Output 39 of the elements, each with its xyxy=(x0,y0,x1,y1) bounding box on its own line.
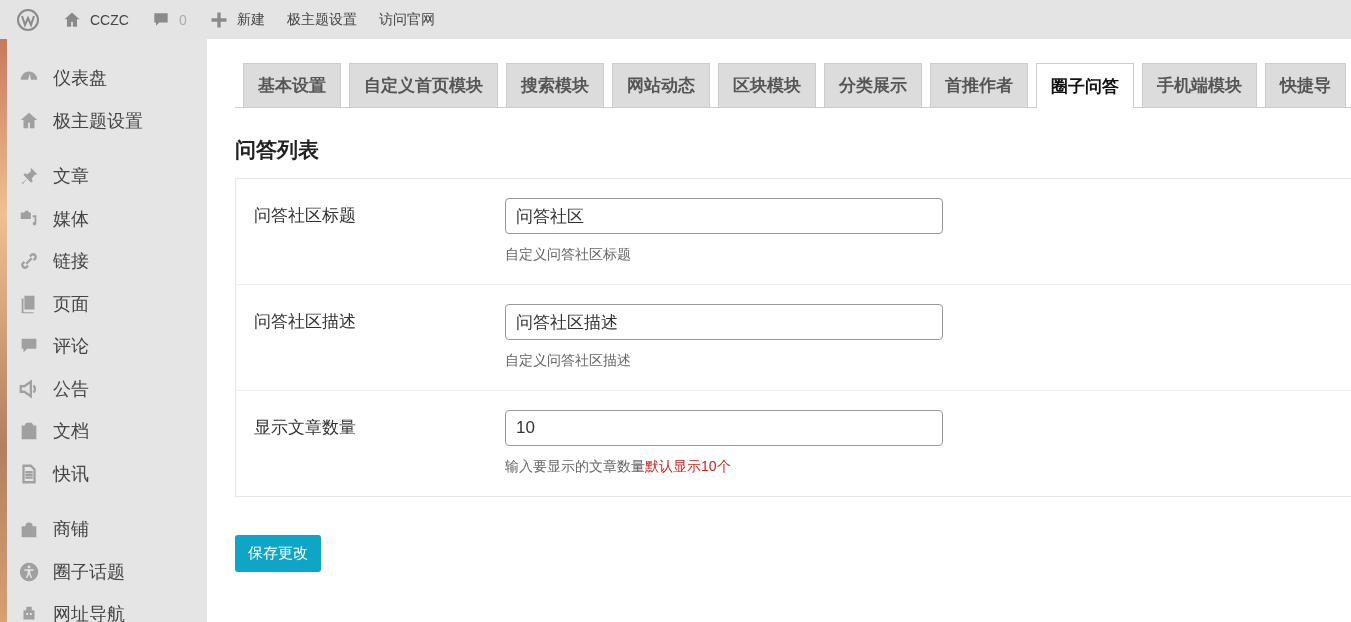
admin-bar-link[interactable]: 极主题设置 xyxy=(286,10,357,29)
sidebar-item[interactable]: 商铺 xyxy=(53,517,89,542)
accessibility-icon[interactable] xyxy=(18,560,40,583)
tab[interactable]: 搜索模块 xyxy=(506,63,604,107)
tab[interactable]: 基本设置 xyxy=(243,63,341,107)
tab[interactable]: 圈子问答 xyxy=(1036,63,1134,108)
sidebar-item[interactable]: 媒体 xyxy=(53,206,89,231)
input-field[interactable]: 10 xyxy=(505,410,943,446)
sidebar-item[interactable]: 页面 xyxy=(53,291,89,316)
sidebar-item[interactable]: 极主题设置 xyxy=(53,108,143,133)
sidebar-item[interactable]: 文档 xyxy=(53,419,89,444)
wordpress-logo-icon[interactable] xyxy=(16,7,40,32)
tab[interactable]: 网站动态 xyxy=(612,63,710,107)
sidebar-item[interactable]: 仪表盘 xyxy=(53,66,107,91)
field-hint: 自定义问答社区标题 xyxy=(505,246,631,264)
site-name-link[interactable]: CCZC xyxy=(90,11,129,28)
field-label: 显示文章数量 xyxy=(253,417,357,439)
field-label: 问答社区描述 xyxy=(253,311,357,333)
sidebar-item[interactable]: 文章 xyxy=(53,164,89,189)
sidebar-item[interactable]: 公告 xyxy=(53,376,89,401)
section-title: 问答列表 xyxy=(235,137,320,163)
new-link[interactable]: 新建 xyxy=(236,10,265,29)
comment-count: 0 xyxy=(178,11,187,28)
sidebar-item[interactable]: 评论 xyxy=(53,334,89,359)
field-hint: 自定义问答社区描述 xyxy=(505,352,631,370)
tab[interactable]: 快捷导 xyxy=(1265,63,1346,107)
sidebar-item[interactable]: 链接 xyxy=(53,249,89,274)
input-field[interactable]: 问答社区 xyxy=(505,198,943,234)
field-hint: 输入要显示的文章数量默认显示10个 xyxy=(505,458,731,476)
tab[interactable]: 区块模块 xyxy=(718,63,816,107)
admin-bar-link[interactable]: 访问官网 xyxy=(378,10,435,29)
tab[interactable]: 手机端模块 xyxy=(1142,63,1257,107)
tab[interactable]: 自定义首页模块 xyxy=(349,63,498,107)
input-field[interactable]: 问答社区描述 xyxy=(505,304,943,340)
field-label: 问答社区标题 xyxy=(253,205,357,227)
sidebar-item[interactable]: 圈子话题 xyxy=(53,559,125,584)
tab[interactable]: 分类展示 xyxy=(824,63,922,107)
sidebar-item[interactable]: 快讯 xyxy=(53,461,89,486)
tab[interactable]: 首推作者 xyxy=(930,63,1028,107)
